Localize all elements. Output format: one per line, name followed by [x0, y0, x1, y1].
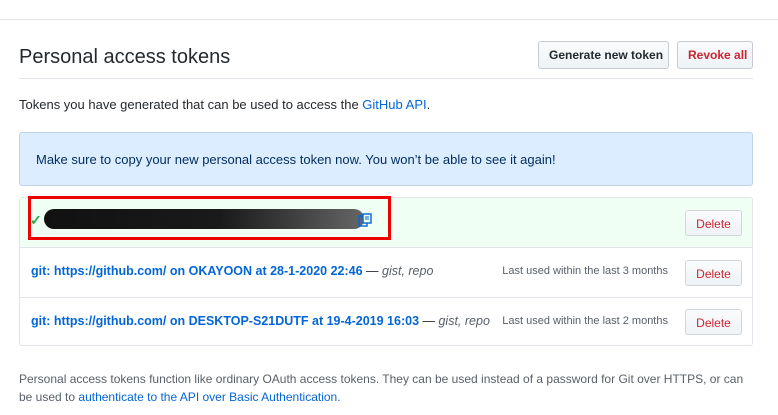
- revoke-all-button[interactable]: Revoke all: [677, 41, 753, 69]
- token-note-link[interactable]: git: https://github.com/ on OKAYOON at 2…: [31, 264, 363, 278]
- intro-text-body: Tokens you have generated that can be us…: [19, 97, 363, 112]
- token-last-used: Last used within the last 3 months: [502, 265, 668, 277]
- intro-text-end: .: [426, 97, 431, 112]
- footer-text-end: .: [337, 390, 341, 404]
- intro-text: Tokens you have generated that can be us…: [19, 97, 430, 112]
- page-header: Personal access tokens Generate new toke…: [19, 40, 753, 79]
- token-last-used: Last used within the last 2 months: [502, 315, 668, 327]
- basic-auth-link[interactable]: authenticate to the API over Basic Authe…: [78, 390, 337, 404]
- token-scopes: gist, repo: [382, 264, 434, 278]
- token-separator: —: [362, 264, 382, 278]
- delete-token-button[interactable]: Delete: [685, 309, 742, 335]
- token-separator: —: [419, 314, 439, 328]
- token-description: git: https://github.com/ on OKAYOON at 2…: [31, 264, 433, 278]
- flash-message: Make sure to copy your new personal acce…: [36, 152, 556, 167]
- token-note-link[interactable]: git: https://github.com/ on DESKTOP-S21D…: [31, 314, 419, 328]
- token-description: git: https://github.com/ on DESKTOP-S21D…: [31, 314, 490, 328]
- github-api-link[interactable]: GitHub API: [362, 97, 426, 112]
- generate-new-token-button[interactable]: Generate new token: [538, 41, 669, 69]
- copy-token-flash: Make sure to copy your new personal acce…: [19, 132, 753, 186]
- token-scopes: gist, repo: [438, 314, 490, 328]
- token-row: git: https://github.com/ on DESKTOP-S21D…: [20, 298, 752, 345]
- top-divider: [0, 19, 778, 20]
- new-token-row: ✓ Delete: [20, 196, 752, 248]
- annotation-highlight-box: [28, 196, 391, 240]
- delete-token-button[interactable]: Delete: [685, 260, 742, 286]
- page-title: Personal access tokens: [19, 46, 231, 68]
- footer-note: Personal access tokens function like ord…: [19, 370, 759, 406]
- token-row: git: https://github.com/ on OKAYOON at 2…: [20, 248, 752, 298]
- token-list: ✓ Delete git: https://github.com/ on OKA…: [19, 196, 753, 346]
- delete-token-button[interactable]: Delete: [685, 210, 742, 236]
